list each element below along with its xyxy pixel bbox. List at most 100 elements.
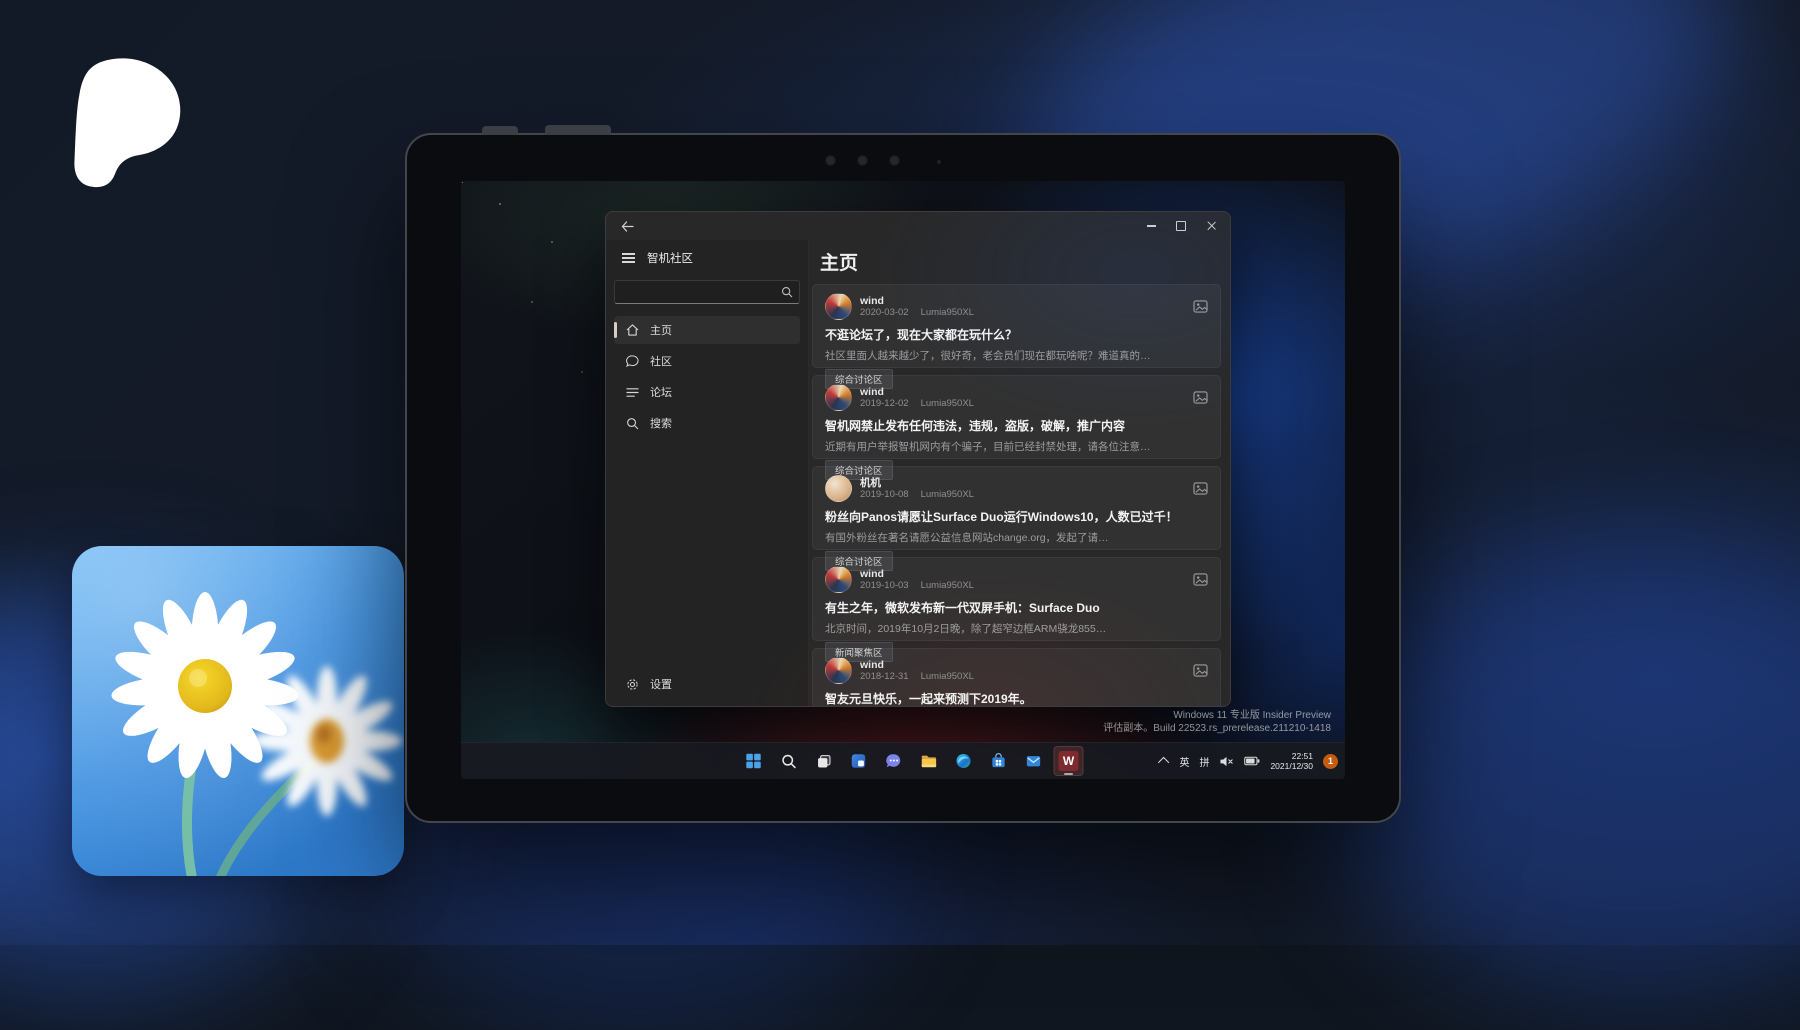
post-title: 不逛论坛了，现在大家都在玩什么？ [825, 326, 1208, 343]
chat-button[interactable] [879, 746, 909, 776]
patreon-logo-icon [58, 55, 184, 193]
sidebar-item-label: 主页 [650, 322, 672, 338]
front-camera-sensors [825, 155, 900, 166]
sidebar-item-forum[interactable]: 论坛 [614, 378, 800, 406]
ime-mode-indicator[interactable]: 拼 [1199, 754, 1209, 769]
avatar [825, 475, 852, 502]
close-button[interactable] [1196, 214, 1226, 238]
avatar [825, 384, 852, 411]
microsoft-store-button[interactable] [984, 746, 1014, 776]
post-card[interactable]: wind 2019-10-03 Lumia950XL 有生之年，微软发布新一代双屏… [812, 557, 1221, 641]
post-body: 社区里面人越来越少了，很好奇，老会员们现在都玩啥呢？难道真的… [825, 348, 1208, 363]
post-device: Lumia950XL [921, 671, 974, 682]
sidebar-item-label: 论坛 [650, 384, 672, 400]
sidebar-item-label: 社区 [650, 353, 672, 369]
post-card[interactable]: wind 2019-12-02Lumia950XL 智机网禁止发布任何违法，违规… [812, 375, 1221, 459]
daisy-illustration [72, 546, 404, 876]
back-button[interactable] [616, 216, 638, 236]
file-explorer-button[interactable] [914, 746, 944, 776]
camera-led [937, 160, 941, 164]
widgets-icon [850, 752, 868, 770]
home-icon [626, 324, 639, 336]
volume-rocker [545, 125, 611, 135]
nav-list: 主页 社区 论坛 [614, 316, 800, 437]
widgets-button[interactable] [844, 746, 874, 776]
image-attachment-icon [1193, 391, 1208, 404]
post-list: wind 2020-03-02 Lumia950XL 不逛论坛了，现在大家都在玩什… [812, 284, 1221, 706]
system-tray: 英 拼 22:51 2021/12/30 1 [1161, 743, 1338, 779]
word-button[interactable]: W [1054, 746, 1084, 776]
post-device: Lumia950XL [921, 398, 974, 409]
hamburger-menu-icon[interactable] [622, 251, 635, 265]
post-device: Lumia950XL [921, 307, 974, 318]
post-body: 有国外粉丝在著名请愿公益信息网站change.org，发起了请… [825, 530, 1208, 545]
maximize-button[interactable] [1166, 214, 1196, 238]
image-attachment-icon [1193, 664, 1208, 677]
post-card[interactable]: wind 2018-12-31 Lumia950XL 智友元旦快乐，一起来预测下2… [812, 648, 1221, 706]
post-author: 机机 [860, 477, 1185, 489]
tablet-screen: 智机社区 主页 [461, 181, 1345, 779]
minimize-button[interactable] [1136, 214, 1166, 238]
post-date: 2019-12-02 [860, 398, 909, 409]
image-attachment-icon [1193, 573, 1208, 586]
avatar [825, 566, 852, 593]
word-icon: W [1059, 751, 1079, 771]
sidebar-item-label: 搜索 [650, 415, 672, 431]
gear-icon [626, 678, 639, 691]
battery-icon[interactable] [1244, 755, 1260, 767]
sidebar-item-label: 设置 [650, 676, 672, 692]
post-device: Lumia950XL [921, 580, 974, 591]
mail-button[interactable] [1019, 746, 1049, 776]
post-card[interactable]: wind 2020-03-02 Lumia950XL 不逛论坛了，现在大家都在玩什… [812, 284, 1221, 368]
app-title: 智机社区 [647, 250, 693, 266]
tray-time: 22:51 [1270, 751, 1313, 761]
post-date: 2018-12-31 [860, 671, 909, 682]
edge-browser-button[interactable] [949, 746, 979, 776]
post-author: wind [860, 295, 1185, 307]
sidebar-item-settings[interactable]: 设置 [614, 670, 796, 698]
tray-chevron-up-icon[interactable] [1158, 757, 1169, 768]
speaker-muted-icon[interactable] [1219, 755, 1234, 768]
windows-start-icon [745, 752, 763, 770]
search-input[interactable] [621, 285, 781, 299]
daisy-wallpaper-thumbnail [72, 546, 404, 876]
sidebar-item-search[interactable]: 搜索 [614, 409, 800, 437]
post-date: 2020-03-02 [860, 307, 909, 318]
post-card[interactable]: 机机 2019-10-08Lumia950XL 粉丝向Panos请愿让Surfa… [812, 466, 1221, 550]
clock[interactable]: 22:51 2021/12/30 [1270, 751, 1313, 771]
post-title: 有生之年，微软发布新一代双屏手机：Surface Duo [825, 599, 1208, 616]
post-date: 2019-10-08 [860, 489, 909, 500]
post-author: wind [860, 386, 1185, 398]
avatar [825, 657, 852, 684]
ime-language-indicator[interactable]: 英 [1179, 754, 1189, 769]
chat-bubble-icon [626, 355, 639, 367]
search-box[interactable] [614, 280, 800, 304]
sidebar: 智机社区 主页 [606, 240, 809, 706]
post-date: 2019-10-03 [860, 580, 909, 591]
mail-icon [1025, 753, 1043, 769]
search-icon [626, 417, 639, 430]
file-explorer-icon [920, 752, 938, 770]
task-view-button[interactable] [809, 746, 839, 776]
surface-tablet: 智机社区 主页 [405, 133, 1401, 823]
taskbar-search-button[interactable] [774, 746, 804, 776]
sidebar-item-home[interactable]: 主页 [614, 316, 800, 344]
start-button[interactable] [739, 746, 769, 776]
tray-date: 2021/12/30 [1270, 761, 1313, 771]
notification-badge[interactable]: 1 [1323, 754, 1338, 769]
search-icon [780, 753, 797, 770]
main-content: 主页 wind 2020-03-02Lumia950XL [809, 240, 1230, 706]
post-author: wind [860, 659, 1185, 671]
edge-icon [955, 752, 973, 770]
image-attachment-icon [1193, 300, 1208, 313]
sidebar-item-community[interactable]: 社区 [614, 347, 800, 375]
power-button [482, 126, 518, 135]
post-body: 近期有用户举报智机网内有个骗子，目前已经封禁处理，请各位注意… [825, 439, 1208, 454]
post-title: 智友元旦快乐，一起来预测下2019年。 [825, 690, 1208, 706]
task-view-icon [815, 753, 832, 770]
wallpaper-stars [461, 181, 463, 183]
store-icon [990, 752, 1008, 770]
post-author: wind [860, 568, 1185, 580]
titlebar [606, 212, 1230, 240]
insider-watermark: Windows 11 专业版 Insider Preview 评估副本。Buil… [1103, 710, 1331, 735]
